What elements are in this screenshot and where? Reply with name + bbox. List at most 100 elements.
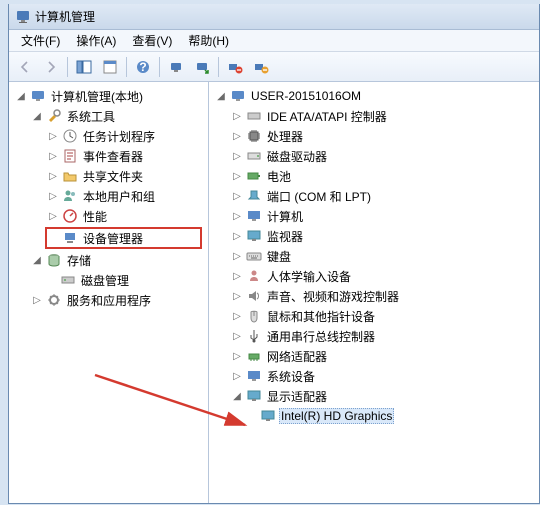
- device-sound[interactable]: ▷声音、视频和游戏控制器: [211, 286, 537, 306]
- tree-label: 设备管理器: [81, 229, 145, 248]
- computer-icon: [246, 208, 262, 224]
- update-driver-button[interactable]: [190, 55, 214, 79]
- performance-icon: [62, 208, 78, 224]
- expand-icon[interactable]: ▷: [229, 368, 245, 384]
- expand-icon[interactable]: ▷: [45, 148, 61, 164]
- disk-drive-icon: [246, 148, 262, 164]
- shared-folder-icon: [62, 168, 78, 184]
- expand-icon[interactable]: ▷: [229, 288, 245, 304]
- tree-system-tools[interactable]: ◢系统工具: [11, 106, 206, 126]
- device-display[interactable]: ◢ 显示适配器: [211, 386, 537, 406]
- right-pane[interactable]: ◢USER-20151016OM ▷IDE ATA/ATAPI 控制器 ▷ 处理器…: [209, 82, 539, 503]
- device-monitor[interactable]: ▷监视器: [211, 226, 537, 246]
- device-ports[interactable]: ▷ 端口 (COM 和 LPT): [211, 186, 537, 206]
- monitor-icon: [246, 228, 262, 244]
- expand-icon[interactable]: ▷: [229, 308, 245, 324]
- forward-button[interactable]: [39, 55, 63, 79]
- device-usb[interactable]: ▷通用串行总线控制器: [211, 326, 537, 346]
- expand-icon[interactable]: ▷: [45, 188, 61, 204]
- tree-task-scheduler[interactable]: ▷任务计划程序: [11, 126, 206, 146]
- device-mouse[interactable]: ▷鼠标和其他指针设备: [211, 306, 537, 326]
- expand-icon[interactable]: ▷: [229, 208, 245, 224]
- hid-icon: [246, 268, 262, 284]
- disable-button[interactable]: [249, 55, 273, 79]
- tree-label: 存储: [65, 251, 93, 270]
- tree-label: 共享文件夹: [81, 167, 145, 186]
- device-hid[interactable]: ▷人体学输入设备: [211, 266, 537, 286]
- tree-services-apps[interactable]: ▷服务和应用程序: [11, 290, 206, 310]
- expand-icon[interactable]: ▷: [45, 128, 61, 144]
- network-icon: [246, 348, 262, 364]
- device-battery[interactable]: ▷ 电池: [211, 166, 537, 186]
- tree-label: 性能: [81, 207, 109, 226]
- expand-icon[interactable]: ▷: [45, 168, 61, 184]
- tree-label: 处理器: [265, 127, 305, 146]
- collapse-icon[interactable]: ◢: [13, 88, 29, 104]
- toolbar: ?: [9, 52, 539, 82]
- menu-view[interactable]: 查看(V): [124, 30, 180, 51]
- help-button[interactable]: ?: [131, 55, 155, 79]
- tree-disk-management[interactable]: 磁盘管理: [11, 270, 206, 290]
- show-hide-tree-button[interactable]: [72, 55, 96, 79]
- device-ide[interactable]: ▷IDE ATA/ATAPI 控制器: [211, 106, 537, 126]
- device-sysdev[interactable]: ▷系统设备: [211, 366, 537, 386]
- collapse-icon[interactable]: ◢: [229, 388, 245, 404]
- tree-storage[interactable]: ◢ 存储: [11, 250, 206, 270]
- expand-icon[interactable]: ▷: [229, 108, 245, 124]
- collapse-icon[interactable]: ◢: [29, 252, 45, 268]
- uninstall-button[interactable]: [223, 55, 247, 79]
- separator: [218, 57, 219, 77]
- back-button[interactable]: [13, 55, 37, 79]
- collapse-icon[interactable]: ◢: [213, 88, 229, 104]
- device-keyboard[interactable]: ▷ 键盘: [211, 246, 537, 266]
- expand-icon[interactable]: ▷: [229, 328, 245, 344]
- menu-help[interactable]: 帮助(H): [180, 30, 237, 51]
- expand-icon[interactable]: ▷: [229, 128, 245, 144]
- expand-icon[interactable]: ▷: [229, 188, 245, 204]
- menu-file[interactable]: 文件(F): [13, 30, 68, 51]
- tree-label: 显示适配器: [265, 387, 329, 406]
- device-root[interactable]: ◢USER-20151016OM: [211, 86, 537, 106]
- expand-icon[interactable]: ▷: [229, 348, 245, 364]
- mouse-icon: [246, 308, 262, 324]
- window-title: 计算机管理: [35, 8, 95, 25]
- menu-action[interactable]: 操作(A): [68, 30, 124, 51]
- device-gpu[interactable]: Intel(R) HD Graphics: [211, 406, 537, 426]
- collapse-icon[interactable]: ◢: [29, 108, 45, 124]
- tree-performance[interactable]: ▷ 性能: [11, 206, 206, 226]
- device-mgr-icon: [62, 230, 78, 246]
- device-computer[interactable]: ▷ 计算机: [211, 206, 537, 226]
- expand-icon[interactable]: ▷: [229, 248, 245, 264]
- tree-label: 计算机: [265, 207, 305, 226]
- port-icon: [246, 188, 262, 204]
- display-adapter-icon: [246, 388, 262, 404]
- expand-icon[interactable]: ▷: [229, 168, 245, 184]
- tree-label: 磁盘驱动器: [265, 147, 329, 166]
- tree-label: 网络适配器: [265, 347, 329, 366]
- tree-computer-management[interactable]: ◢计算机管理(本地): [11, 86, 206, 106]
- expand-icon[interactable]: ▷: [229, 228, 245, 244]
- expand-icon[interactable]: ▷: [229, 148, 245, 164]
- tree-label: 端口 (COM 和 LPT): [265, 187, 373, 206]
- properties-button[interactable]: [98, 55, 122, 79]
- tree-label: 电池: [265, 167, 293, 186]
- tree-event-viewer[interactable]: ▷事件查看器: [11, 146, 206, 166]
- tree-label: 键盘: [265, 247, 293, 266]
- services-icon: [46, 292, 62, 308]
- svg-text:?: ?: [139, 60, 146, 74]
- left-pane[interactable]: ◢计算机管理(本地) ◢系统工具 ▷任务计划程序 ▷事件查看器 ▷ 共享文件夹 ▷…: [9, 82, 209, 503]
- tree-local-users[interactable]: ▷本地用户和组: [11, 186, 206, 206]
- device-network[interactable]: ▷ 网络适配器: [211, 346, 537, 366]
- scan-hardware-button[interactable]: [164, 55, 188, 79]
- separator: [159, 57, 160, 77]
- device-disk[interactable]: ▷ 磁盘驱动器: [211, 146, 537, 166]
- expand-icon[interactable]: ▷: [229, 268, 245, 284]
- tree-device-manager[interactable]: 设备管理器: [45, 227, 202, 249]
- blank-icon: [47, 230, 61, 246]
- tree-shared-folders[interactable]: ▷ 共享文件夹: [11, 166, 206, 186]
- expand-icon[interactable]: ▷: [29, 292, 45, 308]
- expand-icon[interactable]: ▷: [45, 208, 61, 224]
- device-cpu[interactable]: ▷ 处理器: [211, 126, 537, 146]
- computer-mgmt-icon: [30, 88, 46, 104]
- separator: [67, 57, 68, 77]
